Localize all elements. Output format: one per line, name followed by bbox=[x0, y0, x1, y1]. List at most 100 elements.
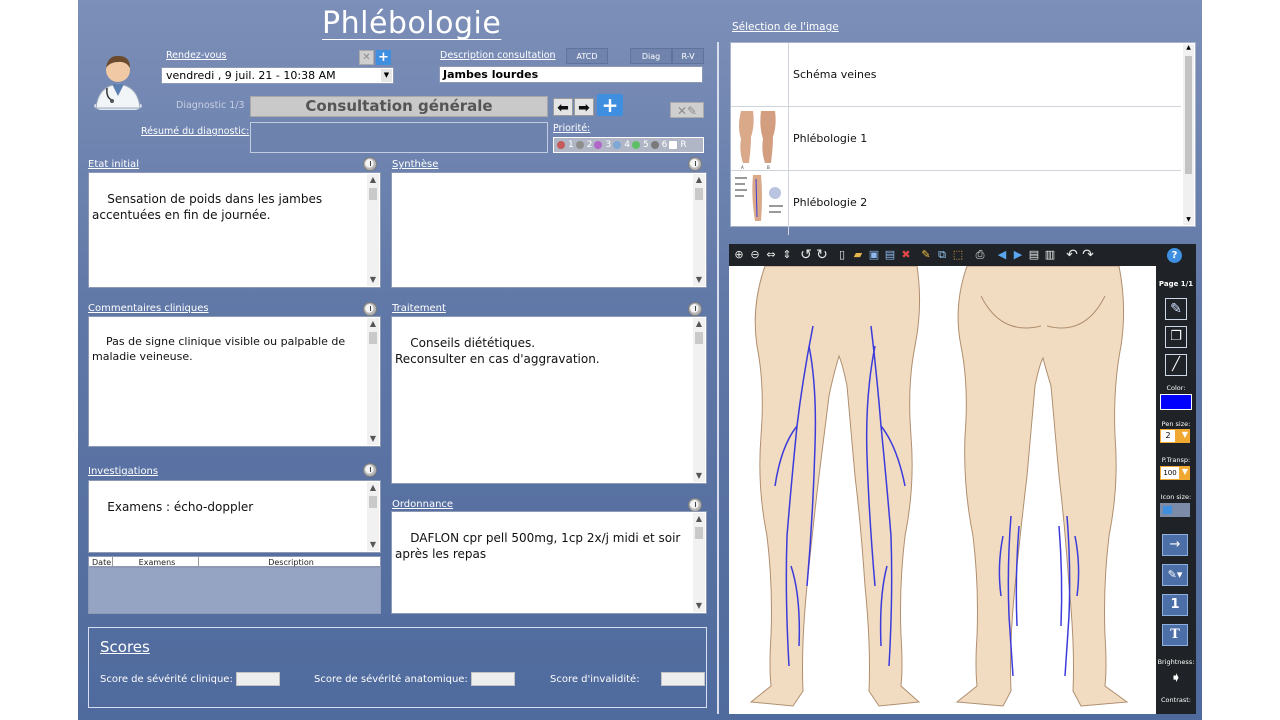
priority-5[interactable]: 5 bbox=[643, 140, 649, 150]
image-list-item[interactable]: Phlébologie 2 bbox=[731, 171, 1181, 235]
pen-color-swatch[interactable] bbox=[1160, 394, 1192, 410]
scrollbar[interactable]: ▲ ▼ bbox=[367, 482, 379, 551]
investigations-textarea[interactable]: Examens : écho-doppler ▲ ▼ bbox=[88, 480, 381, 553]
tab-rv[interactable]: R-V bbox=[672, 48, 704, 64]
score-anatomique-input[interactable] bbox=[471, 672, 515, 686]
next-page-icon[interactable]: ▶ bbox=[1011, 248, 1025, 262]
first-page-icon[interactable]: ▤ bbox=[1027, 248, 1041, 262]
image-canvas[interactable] bbox=[729, 266, 1156, 714]
etat-initial-label[interactable]: Etat initial bbox=[88, 159, 139, 170]
etat-initial-textarea[interactable]: Sensation de poids dans les jambes accen… bbox=[88, 172, 381, 288]
save-icon[interactable]: ▣ bbox=[867, 248, 881, 262]
history-clock-icon[interactable] bbox=[363, 302, 377, 316]
investigations-label[interactable]: Investigations bbox=[88, 466, 158, 477]
pencil-icon[interactable]: ✎ bbox=[919, 248, 933, 262]
phlebology-window: Phlébologie Rendez-vous vendredi , 9 jui… bbox=[78, 0, 1202, 720]
brush-tool-button[interactable]: ✎▾ bbox=[1162, 564, 1188, 586]
synthese-textarea[interactable]: ▲ ▼ bbox=[391, 172, 707, 288]
column-examens[interactable]: Examens bbox=[113, 557, 199, 567]
next-diagnostic-button[interactable]: ➡ bbox=[574, 98, 594, 116]
select-icon[interactable]: ⬚ bbox=[951, 248, 965, 262]
rotate-left-icon[interactable]: ↺ bbox=[799, 248, 813, 262]
zoom-out-icon[interactable]: ⊖ bbox=[748, 248, 762, 262]
ordonnance-textarea[interactable]: DAFLON cpr pell 500mg, 1cp 2x/j midi et … bbox=[391, 511, 707, 614]
history-clock-icon[interactable] bbox=[688, 157, 702, 171]
open-folder-icon[interactable]: ▰ bbox=[851, 248, 865, 262]
exam-table-body[interactable] bbox=[88, 567, 381, 614]
column-description[interactable]: Description bbox=[199, 557, 380, 567]
priority-selector[interactable]: 1 2 3 4 5 6 R bbox=[553, 137, 704, 153]
prev-diagnostic-button[interactable]: ⬅ bbox=[553, 98, 573, 116]
last-page-icon[interactable]: ▥ bbox=[1043, 248, 1057, 262]
rendez-vous-select[interactable]: vendredi , 9 juil. 21 - 10:38 AM ▼ bbox=[161, 67, 394, 84]
image-list-scrollbar[interactable]: ▲ ▼ bbox=[1183, 44, 1194, 225]
transparency-select[interactable]: 100 ▼ bbox=[1160, 466, 1190, 480]
score-invalidite-input[interactable] bbox=[661, 672, 705, 686]
scrollbar[interactable]: ▲ ▼ bbox=[693, 318, 705, 482]
rectangle-tool-icon[interactable]: ❐ bbox=[1165, 326, 1187, 348]
zoom-in-icon[interactable]: ⊕ bbox=[732, 248, 746, 262]
ordonnance-label[interactable]: Ordonnance bbox=[392, 499, 453, 510]
priority-1[interactable]: 1 bbox=[568, 140, 574, 150]
tab-diag[interactable]: Diag bbox=[630, 48, 672, 64]
priority-6[interactable]: 6 bbox=[662, 140, 668, 150]
scrollbar[interactable]: ▲ ▼ bbox=[367, 318, 379, 445]
traitement-textarea[interactable]: Conseils diététiques. Reconsulter en cas… bbox=[391, 316, 707, 484]
history-clock-icon[interactable] bbox=[688, 498, 702, 512]
image-list-item[interactable]: Schéma veines bbox=[731, 43, 1181, 107]
diagnostic-summary-label[interactable]: Résumé du diagnostic: bbox=[141, 126, 249, 137]
image-list-item[interactable]: AB Phlébologie 1 bbox=[731, 107, 1181, 171]
add-rdv-icon[interactable]: + bbox=[376, 50, 391, 65]
fit-width-icon[interactable]: ⇔ bbox=[764, 248, 778, 262]
history-clock-icon[interactable] bbox=[363, 463, 377, 477]
synthese-label[interactable]: Synthèse bbox=[392, 159, 438, 170]
scrollbar[interactable]: ▲ ▼ bbox=[367, 174, 379, 286]
diagnostic-field[interactable]: Consultation générale bbox=[250, 96, 548, 117]
scrollbar[interactable]: ▲ ▼ bbox=[693, 174, 705, 286]
history-clock-icon[interactable] bbox=[688, 302, 702, 316]
undo-icon[interactable]: ↶ bbox=[1065, 248, 1079, 262]
consult-description-label[interactable]: Description consultation bbox=[440, 50, 556, 61]
edit-image-icon[interactable]: ⧉ bbox=[935, 248, 949, 262]
brightness-icon[interactable]: ➧ bbox=[1167, 670, 1185, 686]
image-selection-label[interactable]: Sélection de l'image bbox=[732, 21, 839, 33]
diagnostic-summary-field[interactable] bbox=[250, 122, 548, 153]
delete-icon[interactable]: ✖ bbox=[899, 248, 913, 262]
redo-icon[interactable]: ↷ bbox=[1081, 248, 1095, 262]
history-clock-icon[interactable] bbox=[363, 157, 377, 171]
scrollbar[interactable]: ▲ ▼ bbox=[693, 513, 705, 612]
priority-label[interactable]: Priorité: bbox=[553, 123, 590, 134]
help-icon[interactable]: ? bbox=[1167, 248, 1182, 263]
column-date[interactable]: Date bbox=[89, 557, 113, 567]
traitement-label[interactable]: Traitement bbox=[392, 303, 446, 314]
add-diagnostic-icon[interactable]: + bbox=[597, 94, 623, 116]
print-icon[interactable]: ⎙ bbox=[973, 248, 987, 262]
number-tool-button[interactable]: 1 bbox=[1162, 594, 1188, 616]
commentaires-textarea[interactable]: Pas de signe clinique visible ou palpabl… bbox=[88, 316, 381, 447]
image-name: Phlébologie 1 bbox=[793, 132, 868, 145]
line-tool-icon[interactable]: ╱ bbox=[1165, 354, 1187, 376]
priority-4[interactable]: 4 bbox=[624, 140, 630, 150]
icon-size-select[interactable] bbox=[1160, 503, 1190, 517]
priority-3[interactable]: 3 bbox=[605, 140, 611, 150]
new-document-icon[interactable]: ▯ bbox=[835, 248, 849, 262]
save-as-icon[interactable]: ▤ bbox=[883, 248, 897, 262]
text-tool-button[interactable]: T bbox=[1162, 624, 1188, 646]
chevron-down-icon[interactable]: ▼ bbox=[381, 69, 392, 82]
priority-2[interactable]: 2 bbox=[587, 140, 593, 150]
arrow-tool-button[interactable]: → bbox=[1162, 534, 1188, 556]
consult-description-input[interactable]: Jambes lourdes bbox=[439, 66, 703, 83]
rotate-right-icon[interactable]: ↻ bbox=[815, 248, 829, 262]
previous-page-icon[interactable]: ◀ bbox=[995, 248, 1009, 262]
page-indicator: Page 1/1 bbox=[1158, 280, 1194, 288]
pen-tool-icon[interactable]: ✎ bbox=[1165, 298, 1187, 320]
tab-atcd[interactable]: ATCD bbox=[566, 48, 608, 64]
commentaires-label[interactable]: Commentaires cliniques bbox=[88, 303, 209, 314]
score-clinique-input[interactable] bbox=[236, 672, 280, 686]
fit-height-icon[interactable]: ⇕ bbox=[780, 248, 794, 262]
delete-rdv-icon[interactable]: ✕ bbox=[359, 50, 374, 65]
pen-size-select[interactable]: 2 ▼ bbox=[1160, 429, 1190, 443]
clear-diagnostic-icon[interactable]: ✕✎ bbox=[670, 102, 704, 118]
priority-r[interactable]: R bbox=[680, 140, 686, 150]
rendez-vous-label[interactable]: Rendez-vous bbox=[166, 50, 226, 61]
